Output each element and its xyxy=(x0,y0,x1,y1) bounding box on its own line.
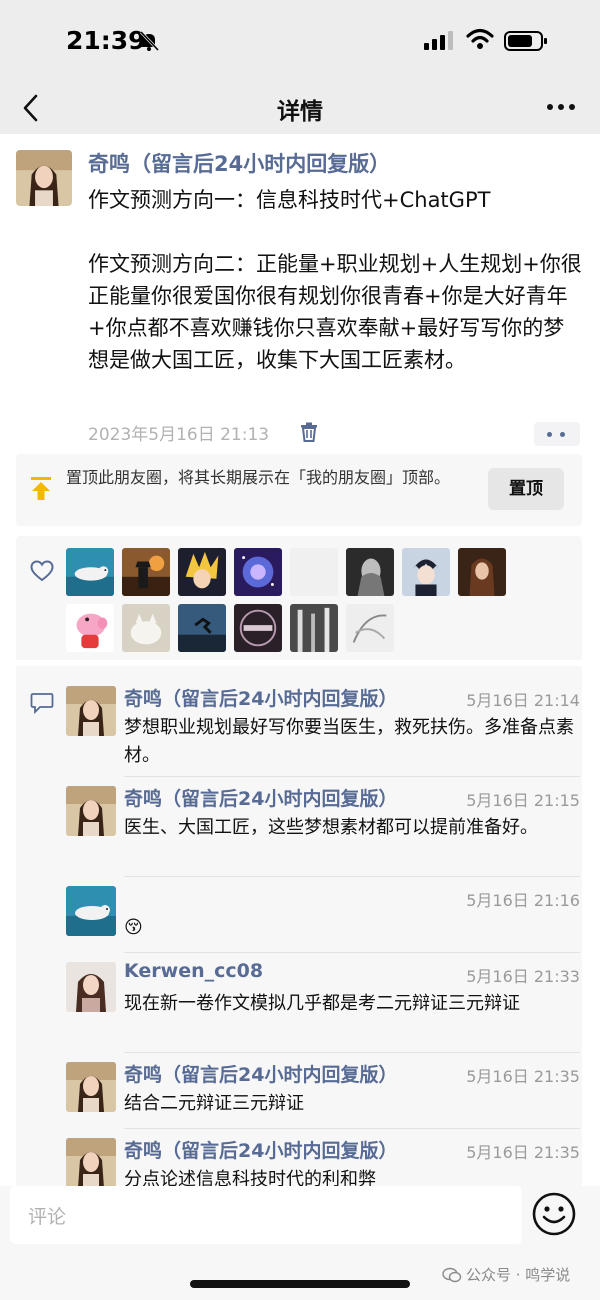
status-bar: 21:39 xyxy=(0,0,600,82)
comment-input-placeholder: 评论 xyxy=(28,1206,67,1228)
comment-text: 医生、大国工匠，这些梦想素材都可以提前准备好。 xyxy=(124,817,538,838)
comment-time: 5月16日 21:15 xyxy=(466,791,580,810)
galaxy-avatar[interactable] xyxy=(234,548,282,596)
mono-girl-avatar[interactable] xyxy=(346,548,394,596)
two-dots-icon[interactable] xyxy=(534,422,580,446)
comment-time: 5月16日 21:16 xyxy=(466,891,580,910)
comment-text: 分点论述信息科技时代的利和弊 xyxy=(124,1169,376,1186)
comment-time: 5月16日 21:35 xyxy=(466,1143,580,1162)
comment-input[interactable]: 评论 xyxy=(10,1186,522,1244)
heart-icon xyxy=(30,560,54,582)
post-author-avatar[interactable] xyxy=(16,150,72,206)
comment-author[interactable]: 奇鸣（留言后24小时内回复版） xyxy=(124,1136,397,1163)
comment-time: 5月16日 21:33 xyxy=(466,967,580,986)
pin-top-icon xyxy=(31,477,51,500)
nav-bar: 详情 xyxy=(0,82,600,134)
comment-input-bar: 评论 公众号 · 鸣学说 xyxy=(0,1186,600,1300)
comment-text: 结合二元辩证三元辩证 xyxy=(124,1093,304,1114)
peppa-pig-avatar[interactable] xyxy=(66,604,114,652)
forest-avatar[interactable] xyxy=(290,604,338,652)
post-author-name[interactable]: 奇鸣（留言后24小时内回复版） xyxy=(88,148,390,178)
battery-icon xyxy=(504,31,547,51)
comment-divider xyxy=(124,1052,580,1053)
comment-author[interactable]: Kerwen_cc08 xyxy=(124,960,263,982)
mute-bell-icon xyxy=(139,30,160,52)
comment-time: 5月16日 21:35 xyxy=(466,1067,580,1086)
comment-author[interactable]: 奇鸣（留言后24小时内回复版） xyxy=(124,684,397,711)
spiral-avatar[interactable] xyxy=(234,604,282,652)
comment-author[interactable]: 奇鸣（留言后24小时内回复版） xyxy=(124,1060,397,1087)
watermark-text: 公众号 · 鸣学说 xyxy=(466,1266,571,1284)
comment-time: 5月16日 21:14 xyxy=(466,691,580,710)
likes-panel xyxy=(16,536,582,660)
seal-avatar[interactable] xyxy=(66,548,114,596)
comments-panel: 奇鸣（留言后24小时内回复版） 5月16日 21:14 梦想职业规划最好写你要当医生… xyxy=(16,666,582,1186)
page-title: 详情 xyxy=(277,99,323,125)
post-content: 作文预测方向一：信息科技时代+ChatGPT 作文预测方向二：正能量+职业规划+… xyxy=(88,188,582,372)
status-time: 21:39 xyxy=(66,26,146,55)
post-date: 2023年5月16日 21:13 xyxy=(88,425,270,445)
anime-boy-avatar[interactable] xyxy=(402,548,450,596)
comment-avatar[interactable] xyxy=(66,786,116,836)
wifi-icon xyxy=(466,28,494,49)
comment-text: 梦想职业规划最好写你要当医生，救死扶伤。多准备点素材。 xyxy=(124,717,574,766)
comment-bubble-icon xyxy=(30,693,54,714)
comment-avatar[interactable] xyxy=(66,686,116,736)
pin-description: 置顶此朋友圈，将其长期展示在「我的朋友圈」顶部。 xyxy=(66,468,451,487)
wechat-icon xyxy=(442,1267,462,1283)
night-jump-avatar[interactable] xyxy=(178,604,226,652)
cowboy-sunset-avatar[interactable] xyxy=(122,548,170,596)
pin-button[interactable]: 置顶 xyxy=(488,468,564,510)
sketch-avatar[interactable] xyxy=(346,604,394,652)
anime-blonde-avatar[interactable] xyxy=(178,548,226,596)
comment-avatar[interactable] xyxy=(66,962,116,1012)
pin-panel: 置顶此朋友圈，将其长期展示在「我的朋友圈」顶部。 置顶 xyxy=(16,454,582,526)
dark-girl-avatar[interactable] xyxy=(458,548,506,596)
comment-divider xyxy=(124,952,580,953)
comment-author[interactable]: 奇鸣（留言后24小时内回复版） xyxy=(124,784,397,811)
cat-avatar[interactable] xyxy=(122,604,170,652)
comment-avatar[interactable] xyxy=(66,1062,116,1112)
comment-divider xyxy=(124,776,580,777)
home-indicator xyxy=(190,1280,410,1288)
watermark: 公众号 · 鸣学说 xyxy=(442,1264,570,1285)
cellular-signal-icon xyxy=(424,31,453,50)
comment-avatar[interactable] xyxy=(66,1138,116,1186)
comment-divider xyxy=(124,876,580,877)
comment-avatar[interactable] xyxy=(66,886,116,936)
smiley-icon[interactable] xyxy=(530,1190,578,1238)
comment-text: 现在新一卷作文模拟几乎都是考二元辩证三元辩证 xyxy=(124,993,520,1014)
comment-text: 😚 xyxy=(124,917,143,938)
blank-avatar[interactable] xyxy=(290,548,338,596)
comment-divider xyxy=(124,1128,580,1129)
more-dots-icon[interactable] xyxy=(546,102,576,112)
trash-icon[interactable] xyxy=(298,421,320,443)
